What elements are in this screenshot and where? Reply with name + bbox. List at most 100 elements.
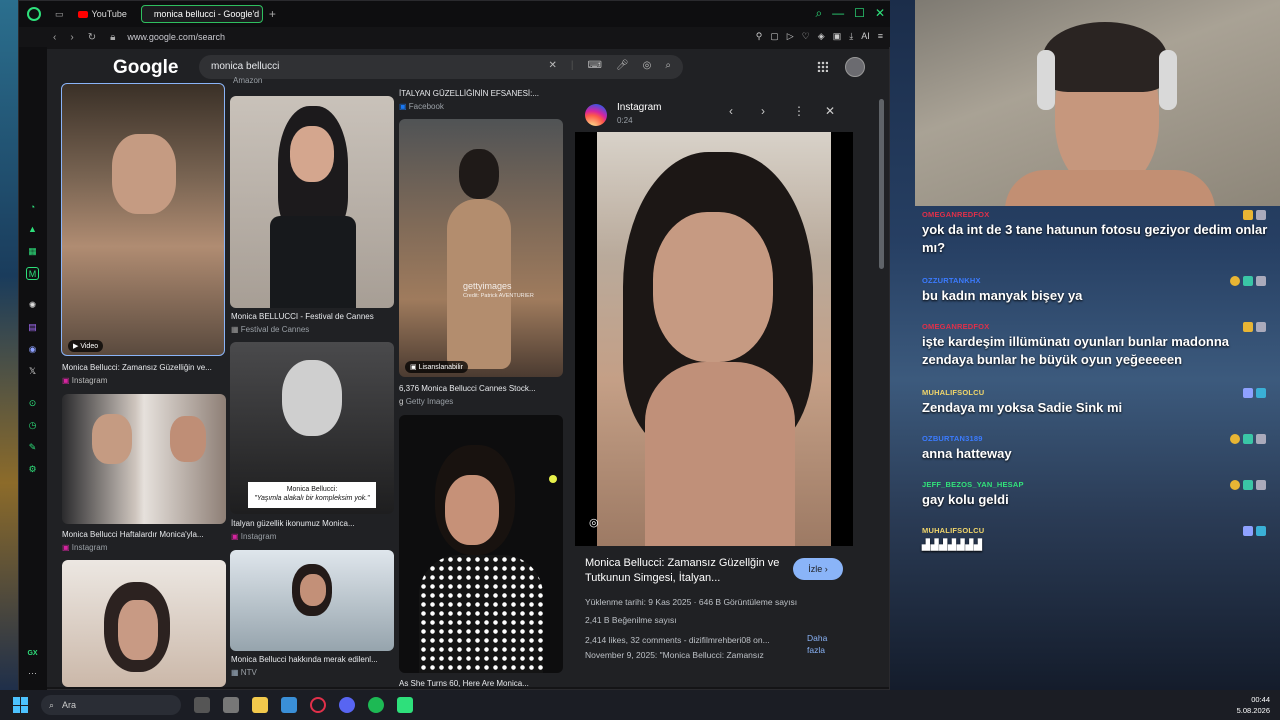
- preview-duration: 0:24: [617, 116, 633, 125]
- preview-image[interactable]: ◎: [575, 132, 853, 546]
- result-source[interactable]: ▣ Instagram: [231, 532, 276, 541]
- lens-icon[interactable]: ◎: [643, 60, 652, 71]
- ai-button[interactable]: AI: [861, 31, 870, 42]
- google-results-page: Google monica bellucci ✕ | ⌨ 🎤︎ ◎ ⌕ ▶ Vi…: [47, 49, 889, 687]
- more-link[interactable]: Daha fazla: [807, 632, 841, 656]
- store-icon[interactable]: [281, 697, 297, 713]
- preview-source[interactable]: Instagram: [617, 102, 661, 113]
- twitch-icon[interactable]: ▤: [26, 321, 39, 334]
- heart-icon[interactable]: ♡: [802, 31, 810, 42]
- spotify-icon[interactable]: [368, 697, 384, 713]
- result-caption[interactable]: İtalyan güzellik ikonumuz Monica...: [231, 519, 396, 528]
- close-preview-icon[interactable]: ✕: [825, 104, 835, 118]
- mic-icon[interactable]: 🎤︎: [616, 60, 629, 71]
- result-image-8[interactable]: [399, 415, 563, 673]
- tab-youtube[interactable]: YouTube: [70, 5, 135, 23]
- reload-icon[interactable]: ↻: [88, 32, 96, 43]
- history-icon[interactable]: ◷: [26, 419, 39, 432]
- video-badge: ▶ Video: [68, 340, 104, 352]
- task-view-icon[interactable]: [194, 697, 210, 713]
- taskbar-search-input[interactable]: ⌕ Ara: [41, 695, 181, 715]
- wallet-icon[interactable]: ▣: [833, 31, 842, 42]
- licensable-badge: ▣ Lisanslanabilir: [405, 361, 468, 373]
- result-source[interactable]: g Getty Images: [399, 397, 453, 406]
- result-caption[interactable]: Monica BELLUCCI - Festival de Cannes: [231, 312, 396, 321]
- gx-icon[interactable]: GX: [26, 647, 39, 660]
- result-caption[interactable]: 6,376 Monica Bellucci Cannes Stock...: [399, 384, 564, 393]
- result-caption[interactable]: As She Turns 60, Here Are Monica...: [399, 679, 564, 687]
- clear-icon[interactable]: ✕: [549, 60, 557, 71]
- forward-icon[interactable]: ›: [70, 32, 73, 43]
- keyboard-icon[interactable]: ⌨: [588, 60, 602, 71]
- result-source[interactable]: ▦ NTV: [231, 668, 257, 677]
- snapshot-icon[interactable]: ▢: [770, 31, 779, 42]
- result-image-1[interactable]: ▶ Video: [61, 83, 225, 356]
- settings-icon[interactable]: ⚙: [26, 463, 39, 476]
- minimize-icon[interactable]: —: [832, 6, 844, 21]
- opera-gx-icon[interactable]: [310, 697, 326, 713]
- chat-message: JEFF_BEZOS_YAN_HESAP gay kolu geldi: [922, 480, 1272, 509]
- windows-start-icon[interactable]: [13, 697, 29, 713]
- extensions-icon[interactable]: ◈: [818, 31, 825, 42]
- url-field[interactable]: www.google.com/search: [127, 32, 225, 42]
- result-source[interactable]: ▣ Instagram: [62, 376, 107, 385]
- getty-credit: Credit: Patrick AVENTURIER: [463, 293, 534, 299]
- more-options-icon[interactable]: ⋮: [793, 104, 805, 118]
- search-tabs-icon[interactable]: ⌕: [815, 6, 822, 21]
- m-app-icon[interactable]: M: [26, 267, 39, 280]
- discord-taskbar-icon[interactable]: [339, 697, 355, 713]
- play-icon[interactable]: ▷: [787, 31, 794, 42]
- chat-message: OZBURTAN3189 anna hatteway: [922, 434, 1272, 463]
- app-icon[interactable]: [397, 697, 413, 713]
- taskbar-clock[interactable]: 00:44 5.08.2026: [1237, 694, 1270, 716]
- more-icon[interactable]: ···: [26, 667, 39, 680]
- search-icon[interactable]: ⌕: [665, 60, 671, 71]
- watch-button[interactable]: İzle ›: [793, 558, 843, 580]
- next-icon[interactable]: ›: [761, 104, 765, 118]
- snipping-tool-icon[interactable]: [223, 697, 239, 713]
- pin-icon[interactable]: ⚲: [756, 31, 763, 42]
- player-icon[interactable]: ⊙: [26, 397, 39, 410]
- google-apps-icon[interactable]: [817, 61, 828, 72]
- chatgpt-icon[interactable]: ✺: [26, 299, 39, 312]
- x-icon[interactable]: 𝕏: [26, 365, 39, 378]
- maximize-icon[interactable]: ☐: [854, 6, 865, 21]
- portrait-face: [112, 134, 176, 214]
- opera-sidebar: ◔ ▲ ▦ M ✺ ▤ ◉ 𝕏 ⊙ ◷ ✎ ⚙ GX ···: [19, 47, 47, 691]
- result-image-6[interactable]: Monica Bellucci: "Yaşımla alakalı bir ko…: [230, 342, 394, 514]
- extensions-sidebar-icon[interactable]: ✎: [26, 441, 39, 454]
- result-caption[interactable]: Monica Bellucci hakkında merak edilenl..…: [231, 655, 396, 664]
- opera-logo-icon[interactable]: [27, 7, 41, 21]
- result-source[interactable]: ▦ Festival de Cannes: [231, 325, 309, 334]
- download-icon[interactable]: ⤓: [849, 31, 853, 42]
- result-source[interactable]: ▣ Instagram: [62, 543, 107, 552]
- result-caption[interactable]: Monica Bellucci Haftalardır Monica'yla..…: [62, 530, 227, 539]
- aria-icon[interactable]: ◔: [26, 201, 39, 214]
- search-input[interactable]: monica bellucci ✕ | ⌨ 🎤︎ ◎ ⌕: [199, 55, 683, 79]
- menu-icon[interactable]: ≡: [878, 31, 883, 42]
- preview-title[interactable]: Monica Bellucci: Zamansız Güzellğin ve T…: [585, 556, 785, 586]
- result-image-2[interactable]: [230, 96, 394, 308]
- back-icon[interactable]: ‹: [53, 32, 56, 43]
- result-image-7[interactable]: [230, 550, 394, 651]
- result-source-partial[interactable]: Amazon: [233, 76, 262, 85]
- crypto-wallet-icon[interactable]: ▲: [26, 223, 39, 236]
- result-image-3[interactable]: gettyimages Credit: Patrick AVENTURIER ▣…: [399, 119, 563, 377]
- result-image-5[interactable]: [62, 394, 226, 524]
- new-tab-icon[interactable]: +: [269, 7, 276, 21]
- google-logo[interactable]: Google: [113, 57, 178, 79]
- result-caption[interactable]: Monica Bellucci: Zamansız Güzelliğin ve.…: [62, 363, 227, 372]
- previous-icon[interactable]: ‹: [729, 104, 733, 118]
- close-window-icon[interactable]: ✕: [875, 6, 885, 21]
- lens-search-icon[interactable]: ◎: [589, 516, 599, 529]
- file-explorer-icon[interactable]: [252, 697, 268, 713]
- flow-icon[interactable]: ▦: [26, 245, 39, 258]
- result-source[interactable]: ▣ Facebook: [399, 102, 444, 111]
- discord-icon[interactable]: ◉: [26, 343, 39, 356]
- avatar[interactable]: [845, 57, 865, 77]
- workspace-icon[interactable]: ▭: [55, 9, 64, 20]
- result-image-9[interactable]: [62, 560, 226, 687]
- result-caption[interactable]: İTALYAN GÜZELLİĞİNİN EFSANESİ:...: [399, 89, 564, 98]
- tab-google-search[interactable]: monica bellucci - Google'd: [140, 5, 263, 23]
- scrollbar[interactable]: [879, 99, 884, 269]
